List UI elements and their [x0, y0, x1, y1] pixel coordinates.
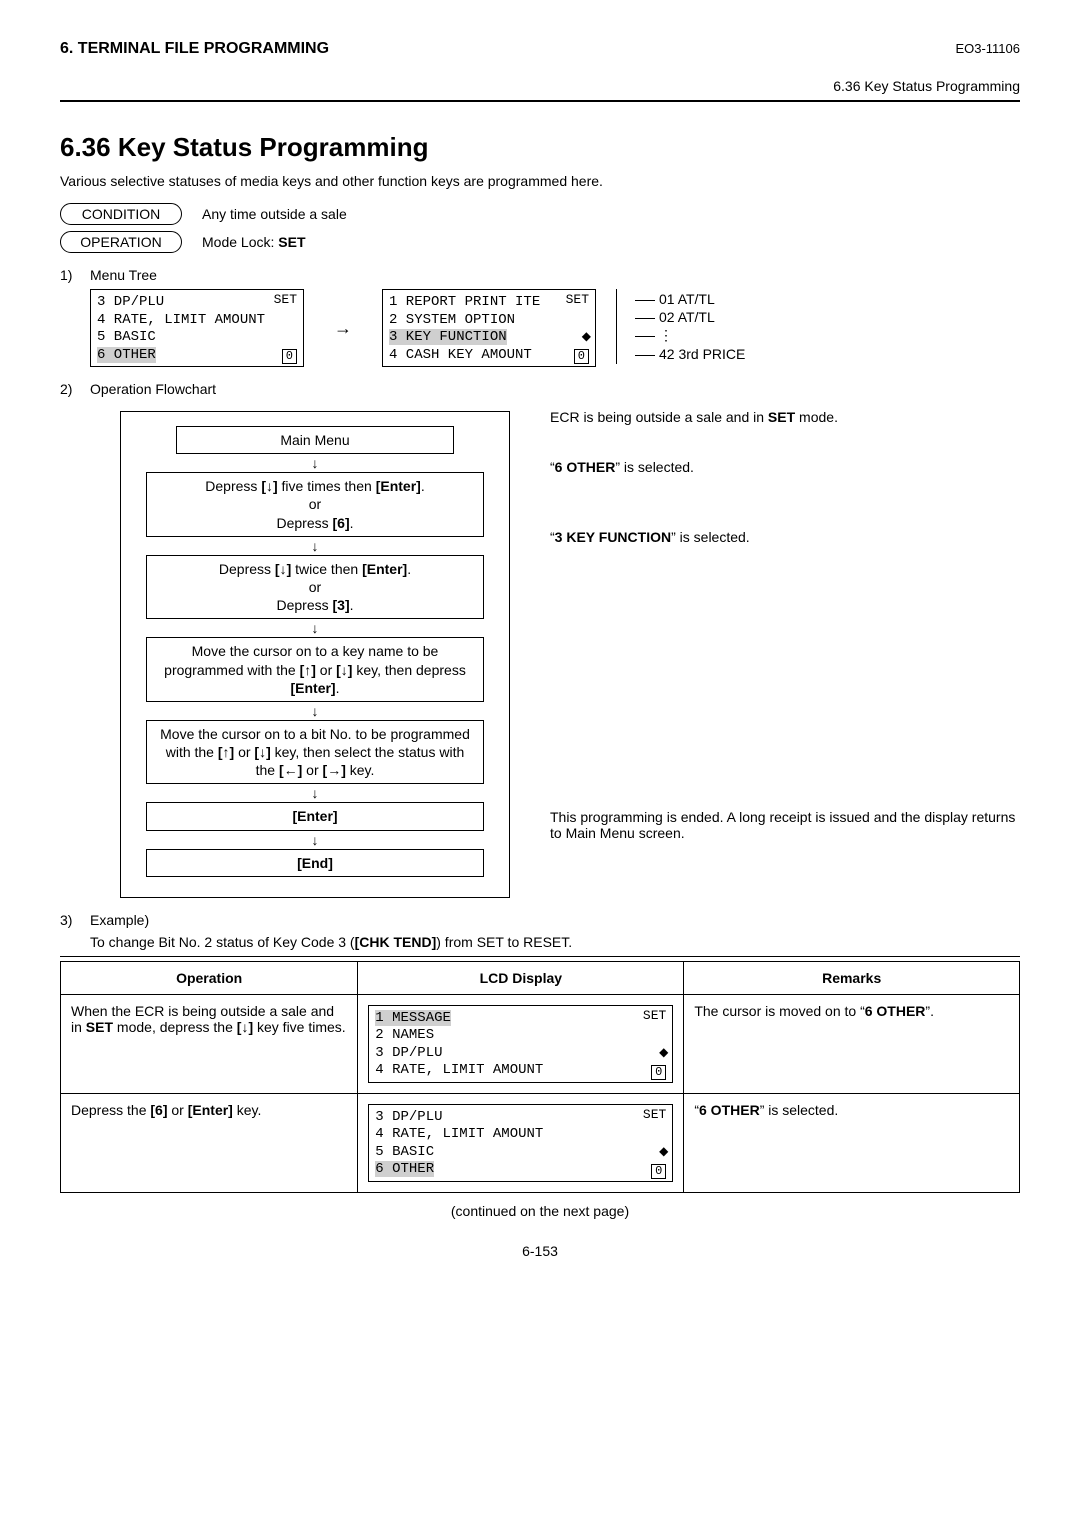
lcd-line: 3 DP/PLU [375, 1109, 666, 1127]
scroll-icon: ◆ [582, 329, 591, 344]
example-intro: To change Bit No. 2 status of Key Code 3… [90, 934, 1020, 950]
flow-step: Depress [↓] five times then [Enter].orDe… [146, 472, 484, 537]
doc-id: EO3-11106 [955, 41, 1020, 56]
lcd-line: 4 RATE, LIMIT AMOUNT [375, 1126, 666, 1144]
operation-text: Mode Lock: SET [202, 234, 306, 250]
flow-note [550, 687, 1020, 703]
col-header-operation: Operation [61, 961, 358, 994]
cell-remarks: The cursor is moved on to “6 OTHER”. [684, 994, 1020, 1093]
tree-arrow-icon: → [334, 318, 352, 339]
breadcrumb: 6.36 Key Status Programming [60, 78, 1020, 94]
section-3-header: 3) Example) [60, 912, 1020, 928]
condition-text: Any time outside a sale [202, 206, 347, 222]
lcd-display: SET3 DP/PLU4 RATE, LIMIT AMOUNT5 BASIC6 … [368, 1104, 673, 1182]
lcd-mode-tag: SET [566, 292, 589, 308]
lcd-line: 3 KEY FUNCTION [389, 329, 589, 347]
lcd-line: 3 DP/PLU [97, 294, 297, 312]
lcd-zero-indicator: 0 [651, 1164, 666, 1179]
cell-operation: When the ECR is being outside a sale and… [61, 994, 358, 1093]
menu-tree-branches: 01 AT/TL 02 AT/TL ⋮ 42 3rd PRICE [616, 289, 745, 364]
menu-tree-branch: 01 AT/TL [631, 291, 745, 307]
section-2-header: 2) Operation Flowchart [60, 381, 1020, 397]
lcd-line: 2 SYSTEM OPTION [389, 312, 589, 330]
flow-arrow-icon: ↓ [141, 621, 489, 635]
lcd-line: 5 BASIC [97, 329, 297, 347]
table-row: Depress the [6] or [Enter] key.SET3 DP/P… [61, 1093, 1020, 1192]
table-row: When the ECR is being outside a sale and… [61, 994, 1020, 1093]
flow-step: Main Menu [176, 426, 454, 454]
flow-note [550, 599, 1020, 615]
flow-arrow-icon: ↓ [141, 833, 489, 847]
condition-pill: CONDITION [60, 203, 182, 225]
menu-tree: SET 3 DP/PLU4 RATE, LIMIT AMOUNT5 BASIC6… [90, 289, 1020, 367]
operation-prefix: Mode Lock: [202, 234, 278, 250]
intro-text: Various selective statuses of media keys… [60, 173, 1020, 189]
flow-step: Move the cursor on to a bit No. to be pr… [146, 720, 484, 785]
lcd-line: 6 OTHER [375, 1161, 666, 1179]
cell-operation: Depress the [6] or [Enter] key. [61, 1093, 358, 1192]
flow-note: This programming is ended. A long receip… [550, 809, 1020, 841]
flow-step: [End] [146, 849, 484, 877]
lcd-line: 4 RATE, LIMIT AMOUNT [97, 312, 297, 330]
lcd-mode-tag: SET [274, 292, 297, 308]
menu-tree-branch: 42 3rd PRICE [631, 346, 745, 362]
flow-note: “6 OTHER” is selected. [550, 459, 1020, 475]
lcd-line: 1 MESSAGE [375, 1010, 666, 1028]
page-header: 6. TERMINAL FILE PROGRAMMING EO3-11106 [60, 40, 1020, 58]
lcd-line: 4 CASH KEY AMOUNT [389, 347, 589, 365]
page-number: 6-153 [60, 1243, 1020, 1259]
section-1-title: Menu Tree [90, 267, 157, 283]
flow-arrow-icon: ↓ [141, 786, 489, 800]
condition-row: CONDITION Any time outside a sale [60, 203, 1020, 225]
cell-remarks: “6 OTHER” is selected. [684, 1093, 1020, 1192]
flow-step: Move the cursor on to a key name to be p… [146, 637, 484, 702]
lcd-line: 3 DP/PLU [375, 1045, 666, 1063]
lcd-display: SET1 MESSAGE2 NAMES3 DP/PLU4 RATE, LIMIT… [368, 1005, 673, 1083]
example-table: Operation LCD Display Remarks When the E… [60, 961, 1020, 1193]
flow-note: ECR is being outside a sale and in SET m… [550, 409, 1020, 425]
cell-lcd: SET1 MESSAGE2 NAMES3 DP/PLU4 RATE, LIMIT… [358, 994, 684, 1093]
lcd-zero-indicator: 0 [651, 1065, 666, 1080]
section-2-num: 2) [60, 381, 90, 397]
cell-lcd: SET3 DP/PLU4 RATE, LIMIT AMOUNT5 BASIC6 … [358, 1093, 684, 1192]
flow-arrow-icon: ↓ [141, 704, 489, 718]
lcd-line: 5 BASIC [375, 1144, 666, 1162]
flowchart: Main Menu ↓ Depress [↓] five times then [E… [90, 403, 1020, 898]
operation-pill: OPERATION [60, 231, 182, 253]
lcd-zero-indicator: 0 [574, 349, 589, 364]
menu-tree-right-lcd: SET 1 REPORT PRINT ITE2 SYSTEM OPTION3 K… [382, 289, 596, 367]
section-3-title: Example) [90, 912, 149, 928]
header-rule [60, 100, 1020, 102]
lcd-mode-tag: SET [643, 1107, 666, 1123]
flow-arrow-icon: ↓ [141, 539, 489, 553]
menu-tree-branch: 02 AT/TL [631, 309, 745, 325]
flow-step: [Enter] [146, 802, 484, 830]
scroll-icon: ◆ [659, 1144, 668, 1159]
operation-row: OPERATION Mode Lock: SET [60, 231, 1020, 253]
lcd-line: 6 OTHER [97, 347, 297, 365]
chapter-title: 6. TERMINAL FILE PROGRAMMING [60, 40, 329, 58]
col-header-remarks: Remarks [684, 961, 1020, 994]
scroll-icon: ◆ [659, 1045, 668, 1060]
section-1-num: 1) [60, 267, 90, 283]
flow-arrow-icon: ↓ [141, 456, 489, 470]
lcd-line: 2 NAMES [375, 1027, 666, 1045]
section-1-header: 1) Menu Tree [60, 267, 1020, 283]
menu-tree-branch: ⋮ [631, 327, 745, 344]
example-rule [60, 956, 1020, 957]
operation-mode: SET [278, 234, 305, 250]
section-2-title: Operation Flowchart [90, 381, 216, 397]
page-title: 6.36 Key Status Programming [60, 132, 1020, 163]
flow-note: “3 KEY FUNCTION” is selected. [550, 529, 1020, 545]
flow-note [550, 775, 1020, 791]
flow-step: Depress [↓] twice then [Enter].orDepress… [146, 555, 484, 620]
continued-note: (continued on the next page) [60, 1203, 1020, 1219]
section-3-num: 3) [60, 912, 90, 928]
lcd-line: 4 RATE, LIMIT AMOUNT [375, 1062, 666, 1080]
lcd-mode-tag: SET [643, 1008, 666, 1024]
lcd-line: 1 REPORT PRINT ITE [389, 294, 589, 312]
lcd-zero-indicator: 0 [282, 349, 297, 364]
col-header-lcd: LCD Display [358, 961, 684, 994]
menu-tree-left-lcd: SET 3 DP/PLU4 RATE, LIMIT AMOUNT5 BASIC6… [90, 289, 304, 367]
